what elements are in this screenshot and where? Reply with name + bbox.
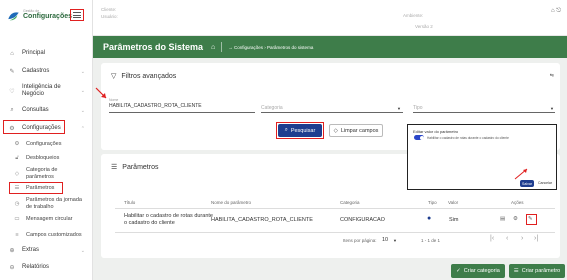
chevron-down-icon: ⌄	[80, 107, 85, 114]
chevron-down-icon: ⌄	[80, 68, 85, 75]
row-nome: HABILITA_CADASTRO_ROTA_CLIENTE	[211, 217, 313, 223]
prev-page-icon[interactable]: ‹	[506, 235, 508, 242]
sidebar-subitem-jornada[interactable]: ◷ Parâmetros da jornada de trabalho	[0, 197, 93, 210]
chevron-up-icon: ⌃	[80, 125, 85, 132]
breadcrumb: → Configurações › Parâmetros do sistema	[228, 44, 314, 50]
message-icon: ▭	[14, 216, 20, 223]
sidebar-item-relatorios[interactable]: ⊖ Relatórios	[0, 264, 93, 271]
list-icon: ☰	[111, 164, 118, 171]
home-icon[interactable]: ⌂	[551, 8, 555, 14]
fields-icon: ≡	[15, 232, 19, 239]
category-select[interactable]: Categoria	[261, 105, 283, 111]
sidebar: Gestão de Configurações ⌂ Principal ✎ Ca…	[0, 0, 93, 280]
row-categoria: CONFIGURACAO	[340, 217, 385, 223]
topbar: Cliente: Usuário: Ambiente: Versão 2 ⌂ ⎋	[93, 0, 567, 36]
per-page-label: Itens por página:	[343, 238, 377, 243]
logo-icon	[8, 12, 19, 21]
report-icon: ⊖	[9, 265, 15, 271]
sidebar-item-cadastros[interactable]: ✎ Cadastros ⌄	[0, 68, 93, 75]
logo-title: Configurações	[23, 13, 73, 20]
page-title: Parâmetros do Sistema	[103, 42, 204, 52]
value-toggle[interactable]	[414, 135, 424, 140]
unlock-icon: 🔓︎	[15, 155, 19, 161]
name-field-label: Nome	[109, 98, 119, 102]
edit-value-popup: Editar valor do parâmetro Habilitar o ca…	[407, 124, 557, 190]
check-icon: ✓	[456, 268, 461, 274]
col-tipo: Tipo	[428, 200, 437, 205]
page-header: Parâmetros do Sistema ⌂ → Configurações …	[93, 36, 567, 58]
home-icon[interactable]: ⌂	[211, 44, 215, 51]
sidebar-subitem-configuracoes[interactable]: ⚙ Configurações	[0, 141, 93, 148]
pointer-arrow-icon	[95, 87, 107, 99]
edit-icon: ✎	[9, 69, 15, 75]
sidebar-item-extras[interactable]: ⊕ Extras ⌄	[0, 247, 93, 254]
chevron-down-icon[interactable]: ▼	[397, 106, 401, 111]
clear-button[interactable]: ◇ Limpar campos	[329, 124, 383, 137]
sidebar-subitem-campos[interactable]: ≡ Campos customizados	[0, 232, 93, 239]
row-valor: Sim	[449, 217, 459, 223]
create-category-button[interactable]: ✓ Criar categoria	[451, 264, 505, 278]
tag-icon: ◇	[14, 170, 20, 177]
col-titulo: Título	[124, 200, 136, 205]
chevron-down-icon: ⌄	[80, 88, 85, 94]
type-boolean-icon: ●	[427, 215, 432, 222]
view-icon[interactable]: ▤	[500, 216, 505, 223]
divider	[221, 42, 223, 52]
filter-icon: ▽	[111, 73, 117, 80]
collapse-icon[interactable]: ⇋	[550, 73, 554, 79]
last-page-icon[interactable]: ›|	[534, 235, 538, 242]
sidebar-item-consultas[interactable]: ⌕ Consultas ⌄	[0, 107, 93, 114]
page-range: 1 - 1 de 1	[421, 238, 441, 243]
first-page-icon[interactable]: |‹	[490, 235, 494, 242]
usuario-label: Usuário:	[101, 14, 118, 19]
type-select[interactable]: Tipo	[413, 105, 423, 111]
settings-icon[interactable]: ⚙	[513, 216, 518, 223]
sidebar-item-principal[interactable]: ⌂ Principal	[0, 50, 93, 57]
chevron-down-icon[interactable]: ▼	[393, 238, 397, 243]
bulb-icon: ♡	[9, 88, 15, 95]
logout-icon[interactable]: ⎋	[556, 8, 561, 14]
home-icon: ⌂	[10, 50, 14, 57]
sidebar-subitem-mensagem[interactable]: ▭ Mensagem circular	[0, 216, 93, 223]
highlight-search	[276, 122, 324, 139]
chevron-down-icon: ⌄	[80, 247, 85, 254]
gear-icon: ⚙	[14, 141, 20, 148]
col-categoria: Categoria	[340, 200, 360, 205]
toggle-label: Habilitar o cadastro de rotas durante o …	[427, 135, 509, 140]
sidebar-subitem-categoria[interactable]: ◇ Categoria de parâmetros	[0, 167, 93, 180]
col-acoes: Ações	[511, 200, 524, 205]
sidebar-subitem-desbloqueios[interactable]: 🔓︎ Desbloqueios	[0, 155, 93, 162]
save-button[interactable]: Salvar	[520, 180, 534, 187]
arrow-icon	[514, 168, 528, 180]
ambiente-label: Ambiente:	[403, 13, 424, 18]
highlight-parametros	[9, 182, 63, 194]
next-page-icon[interactable]: ›	[521, 235, 523, 242]
name-input[interactable]: HABILITA_CADASTRO_ROTA_CLIENTE	[109, 103, 202, 109]
highlight-edit	[526, 214, 537, 225]
create-param-button[interactable]: ☰ Criar parâmetro	[509, 264, 565, 278]
cliente-label: Cliente:	[101, 7, 117, 12]
cancel-button[interactable]: Cancelar	[538, 181, 552, 185]
params-title: ☰ Parâmetros	[111, 163, 159, 172]
clock-icon: ◷	[14, 200, 20, 207]
highlight-configuracoes	[3, 120, 65, 134]
popup-title: Editar valor do parâmetro	[413, 129, 459, 134]
row-titulo: Habilitar o cadastro de rotas durante o …	[124, 213, 213, 226]
col-valor: Valor	[448, 200, 459, 205]
plus-circle-icon: ⊕	[9, 248, 15, 254]
filters-title: ▽ Filtros avançados	[111, 72, 177, 81]
user-menu[interactable]: ⌂ ⎋	[551, 8, 561, 15]
col-nome: Nome do parâmetro	[211, 200, 252, 205]
per-page-select[interactable]: 10	[382, 237, 388, 243]
menu-toggle-button[interactable]	[70, 9, 84, 21]
chevron-down-icon[interactable]: ▼	[550, 106, 554, 111]
search-icon: ⌕	[10, 107, 14, 113]
versao-label: Versão 2	[415, 24, 433, 29]
eraser-icon: ◇	[333, 127, 338, 134]
list-icon: ☰	[513, 268, 519, 274]
sidebar-item-inteligencia[interactable]: ♡ Inteligência de Negócio ⌄	[0, 84, 93, 98]
